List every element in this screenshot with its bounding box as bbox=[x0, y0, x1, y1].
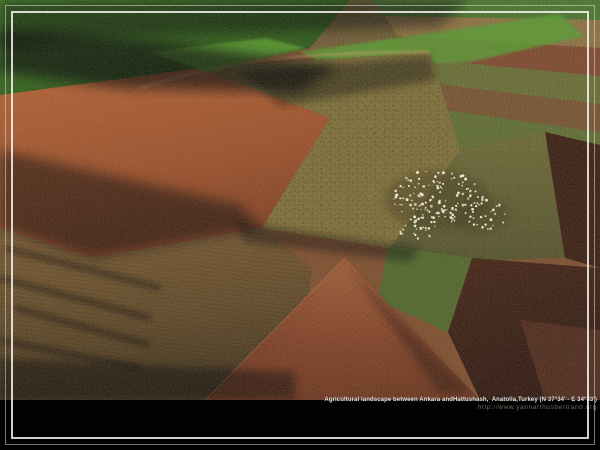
aerial-photo bbox=[0, 0, 600, 450]
photo-caption: Agricultural landscape between Ankara an… bbox=[324, 397, 597, 404]
wallpaper-image: Agricultural landscape between Ankara an… bbox=[0, 0, 600, 450]
caption-area: Agricultural landscape between Ankara an… bbox=[324, 397, 597, 412]
aerial-photo-scene bbox=[0, 0, 600, 450]
photo-credit-url: http://www.yannarthusbertrand.org bbox=[324, 404, 597, 412]
